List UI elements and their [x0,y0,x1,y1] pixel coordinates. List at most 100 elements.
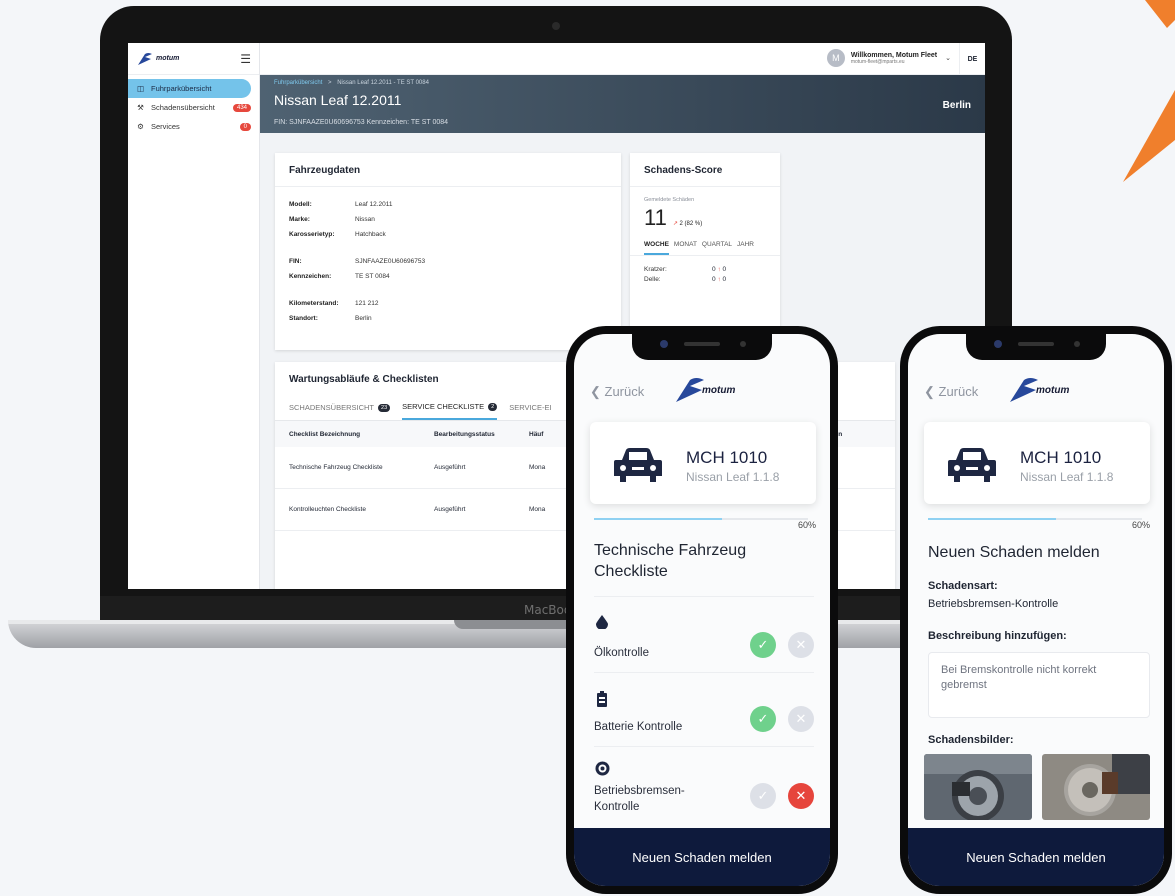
field-key: Marke: [289,216,310,223]
breadcrumb-link[interactable]: Fuhrparkübersicht [274,80,322,86]
field-value: Nissan [355,216,375,223]
check-fail-button[interactable]: ✕ [788,783,814,809]
progress-fill [594,518,723,520]
description-label: Beschreibung hinzufügen: [928,630,1067,642]
back-button[interactable]: ❮ Zurück [924,384,978,400]
score-row-value: 0 [712,265,716,273]
user-email: motum-fleet@mparts.eu [850,58,905,65]
phone-notch [632,334,772,360]
location-label: Berlin [942,100,971,111]
field-row: Marke: Nissan [275,212,621,227]
motum-logo[interactable]: motum [136,52,179,66]
checklist-item: Betriebsbremsen-Kontrolle ✓ ✕ [594,746,814,824]
phone-damage-report: ❮ Zurück motum MCH 1010 Nissan Leaf 1.1.… [900,326,1172,894]
phone-screen: ❮ Zurück motum MCH 1010 Nissan Leaf 1.1.… [574,334,830,886]
report-damage-button[interactable]: Neuen Schaden melden [908,828,1164,886]
tab-schadensuebersicht[interactable]: SCHADENSÜBERSICHT 23 [289,395,391,420]
damage-photo[interactable] [924,754,1032,820]
score-row-delta: 0 [722,275,727,283]
field-row: Kilometerstand: 121 212 [275,296,621,311]
oil-drop-icon [596,615,608,629]
score-value-row: 11 ↗ 2 (82 %) [630,205,780,231]
report-damage-button[interactable]: Neuen Schaden melden [574,828,830,886]
sidebar-item-label: Schadensübersicht [151,103,215,112]
checklist-item-label: Ölkontrolle [594,647,649,659]
field-key: Modell: [289,201,312,208]
tab-woche[interactable]: WOCHE [644,241,669,255]
field-value: Berlin [355,315,372,322]
arrow-up-icon: ↑ [717,275,721,283]
damage-type-value[interactable]: Betriebsbremsen-Kontrolle [928,598,1058,610]
menu-icon[interactable]: ☰ [240,52,251,66]
table-cell: Mona [529,506,546,513]
battery-icon [597,691,607,707]
brake-disc-icon [595,761,610,776]
laptop-chin: MacBook [100,596,1012,622]
license-plate: MCH 1010 [686,448,768,467]
tab-service-checkliste[interactable]: SERVICE CHECKLISTE 2 [402,395,498,420]
check-fail-button[interactable]: ✕ [788,706,814,732]
field-key: Kennzeichen: [289,273,332,280]
vehicle-model: Nissan Leaf 1.1.8 [686,470,780,484]
progress-bar [928,518,1142,520]
damage-photo[interactable] [1042,754,1150,820]
vehicle-card[interactable]: MCH 1010 Nissan Leaf 1.1.8 [924,422,1150,504]
user-menu[interactable]: M Willkommen, Motum Fleet motum-fleet@mp… [826,49,951,67]
motum-logo: motum [672,376,735,404]
avatar: M [826,49,845,67]
phone-screen: ❮ Zurück motum MCH 1010 Nissan Leaf 1.1.… [908,334,1164,886]
tab-jahr[interactable]: JAHR [737,241,754,255]
check-fail-button[interactable]: ✕ [788,632,814,658]
tab-service-ei[interactable]: SERVICE-EI [509,395,551,420]
sidebar: motum ☰ ◫ Fuhrparkübersicht ⚒ Schadensüb… [128,43,260,589]
car-icon [948,448,996,482]
sidebar-item-services[interactable]: ⚙ Services 0 [128,117,259,136]
breadcrumb-separator: > [328,80,332,86]
vehicle-model: Nissan Leaf 1.1.8 [1020,470,1114,484]
laptop-camera [552,22,560,30]
score-row: Kratzer: 0 ↑ 0 [630,264,780,274]
tab-quartal[interactable]: QUARTAL [702,241,732,255]
tab-monat[interactable]: MONAT [674,241,697,255]
page-subtitle: FIN: SJNFAAZE0U60696753 Kennzeichen: TE … [274,119,449,126]
field-value: Hatchback [355,231,386,238]
sidebar-item-label: Services [151,122,180,131]
sidebar-item-fuhrpark[interactable]: ◫ Fuhrparkübersicht [128,79,251,98]
tab-label: SCHADENSÜBERSICHT [289,403,375,412]
score-label: Gemeldete Schäden [644,197,695,203]
logo-wordmark: motum [156,55,180,62]
check-ok-button[interactable]: ✓ [750,632,776,658]
progress-fill [928,518,1057,520]
logo-wordmark: motum [702,384,736,396]
motum-logo: motum [1006,376,1069,404]
field-row: Kennzeichen: TE ST 0084 [275,269,621,284]
sidebar-item-label: Fuhrparkübersicht [151,84,212,93]
table-cell: Kontrolleuchten Checkliste [289,506,366,513]
field-value: SJNFAAZE0U60696753 [355,258,426,265]
phone-notch [966,334,1106,360]
brake-photo-1 [924,754,1032,820]
laptop-frame: motum ☰ ◫ Fuhrparkübersicht ⚒ Schadensüb… [100,6,1012,622]
field-key: FIN: [289,258,302,265]
table-cell: Ausgeführt [434,506,466,513]
checklist-title: Technische Fahrzeug Checkliste [594,542,747,580]
field-key: Kilometerstand: [289,300,339,307]
topbar: M Willkommen, Motum Fleet motum-fleet@mp… [260,43,985,75]
web-app-screen: motum ☰ ◫ Fuhrparkübersicht ⚒ Schadensüb… [128,43,985,589]
sidebar-item-schaden[interactable]: ⚒ Schadensübersicht 434 [128,98,259,117]
score-delta: ↗ 2 (82 %) [673,220,702,227]
description-field[interactable]: Bei Bremskontrolle nicht korrekt gebrems… [928,652,1150,718]
table-cell: Technische Fahrzeug Checkliste [289,464,383,471]
check-ok-button[interactable]: ✓ [750,783,776,809]
arrow-up-icon: ↑ [717,265,721,273]
back-label: Zurück [938,384,979,399]
language-switch[interactable]: DE [959,43,985,75]
check-ok-button[interactable]: ✓ [750,706,776,732]
vehicle-data-card: Fahrzeugdaten Modell: Leaf 12.2011 Marke:… [275,153,621,350]
column-header: Häuf [529,430,544,438]
score-row-delta: 0 [722,265,727,273]
field-key: Standort: [289,315,318,322]
back-button[interactable]: ❮ Zurück [590,384,644,400]
vehicle-card[interactable]: MCH 1010 Nissan Leaf 1.1.8 [590,422,816,504]
checklist-item: Batterie Kontrolle ✓ ✕ [594,672,814,746]
